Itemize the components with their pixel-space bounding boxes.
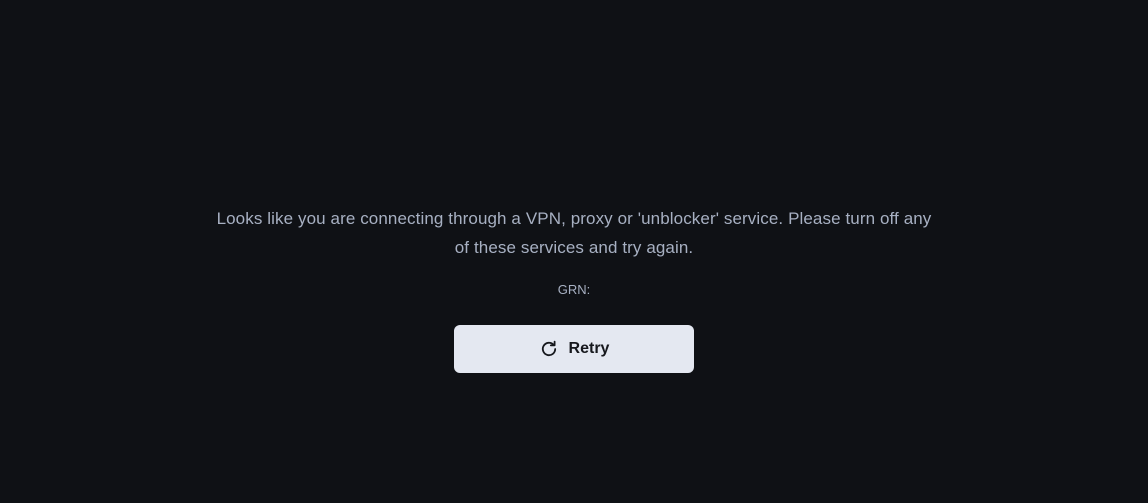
retry-button[interactable]: Retry [454,325,694,373]
refresh-icon [539,339,559,359]
error-panel: Looks like you are connecting through a … [0,204,1148,373]
grn-label: GRN: [557,282,591,297]
vpn-block-page: Looks like you are connecting through a … [0,0,1148,503]
retry-label: Retry [568,340,610,357]
vpn-warning-message: Looks like you are connecting through a … [216,209,932,257]
